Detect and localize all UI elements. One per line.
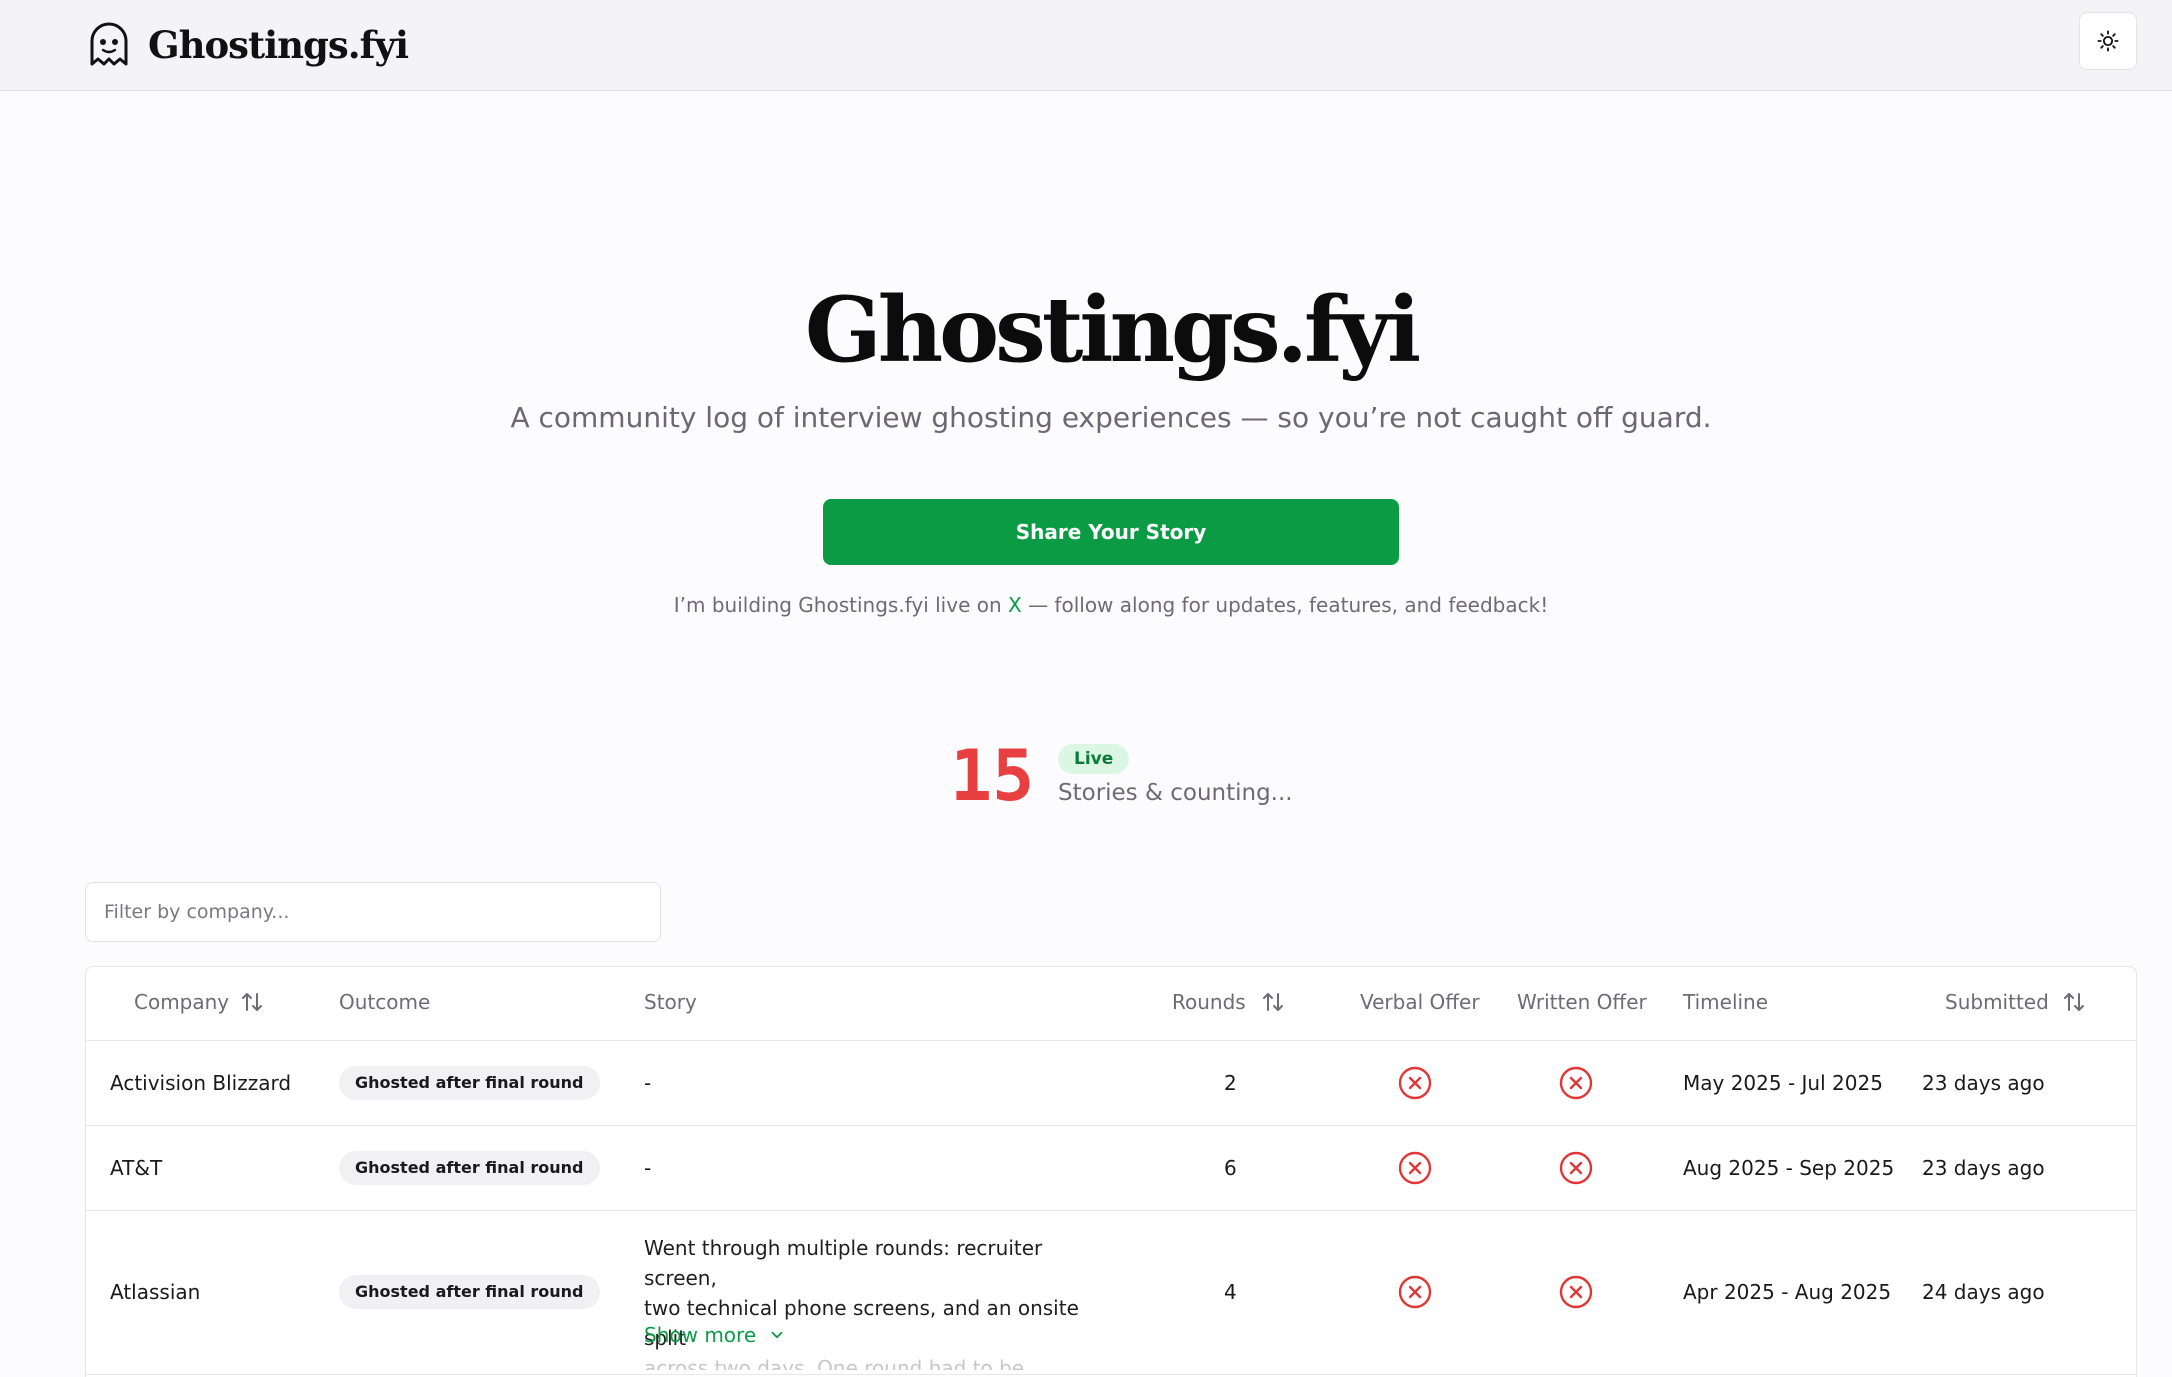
follow-suffix: — follow along for updates, features, an… — [1021, 593, 1549, 617]
col-submitted: Submitted — [1945, 990, 2049, 1014]
col-written-offer: Written Offer — [1517, 990, 1647, 1014]
header-divider — [86, 1040, 2136, 1041]
brand-name: Ghostings.fyi — [148, 23, 409, 67]
sort-rounds-icon[interactable] — [1261, 990, 1285, 1014]
row-timeline: May 2025 - Jul 2025 — [1683, 1071, 1883, 1095]
hero-title: Ghostings.fyi — [804, 277, 1421, 383]
ghost-icon — [90, 22, 128, 66]
col-story: Story — [644, 990, 697, 1014]
brand-link[interactable]: Ghostings.fyi — [88, 18, 409, 72]
x-circle-icon — [1398, 1151, 1432, 1185]
row-rounds: 6 — [1224, 1156, 1237, 1180]
outcome-badge: Ghosted after final round — [339, 1275, 600, 1309]
row-timeline: Aug 2025 - Sep 2025 — [1683, 1156, 1895, 1180]
sort-company-icon[interactable] — [240, 990, 264, 1014]
top-navbar: Ghostings.fyi — [0, 0, 2172, 91]
show-more-link[interactable]: Show more — [644, 1320, 786, 1350]
x-circle-icon — [1559, 1066, 1593, 1100]
x-circle-icon — [1559, 1151, 1593, 1185]
outcome-badge: Ghosted after final round — [339, 1151, 600, 1185]
row-rounds: 2 — [1224, 1071, 1237, 1095]
col-verbal-offer: Verbal Offer — [1360, 990, 1480, 1014]
col-company: Company — [134, 990, 230, 1014]
row-story: - — [644, 1071, 652, 1095]
col-outcome: Outcome — [339, 990, 431, 1014]
stories-table: Company Outcome Story Rounds Verbal Offe… — [85, 966, 2137, 1377]
row-rounds: 4 — [1224, 1280, 1237, 1304]
row-submitted: 23 days ago — [1922, 1156, 2045, 1180]
col-rounds: Rounds — [1172, 990, 1246, 1014]
row-timeline: Apr 2025 - Aug 2025 — [1683, 1280, 1892, 1304]
x-circle-icon — [1398, 1275, 1432, 1309]
live-badge: Live — [1058, 744, 1130, 774]
sort-submitted-icon[interactable] — [2062, 990, 2086, 1014]
share-story-button[interactable]: Share Your Story — [823, 499, 1399, 565]
row-company: Activision Blizzard — [110, 1071, 292, 1095]
story-line: Went through multiple rounds: recruiter … — [644, 1236, 1043, 1290]
story-count-label: Stories & counting... — [1058, 780, 1293, 806]
story-line-faded: across two days. One round had to be res… — [644, 1356, 1025, 1370]
row-divider — [86, 1210, 2136, 1211]
show-more-label: Show more — [644, 1323, 757, 1347]
row-divider — [86, 1125, 2136, 1126]
follow-prefix: I’m building Ghostings.fyi live on — [673, 593, 1009, 617]
company-filter-input[interactable] — [85, 882, 661, 942]
row-company: Atlassian — [110, 1280, 201, 1304]
row-story: - — [644, 1156, 652, 1180]
theme-toggle-button[interactable] — [2079, 12, 2137, 70]
x-circle-icon — [1559, 1275, 1593, 1309]
col-timeline: Timeline — [1683, 990, 1769, 1014]
follow-note: I’m building Ghostings.fyi live on X — f… — [0, 590, 2172, 620]
row-submitted: 24 days ago — [1922, 1280, 2045, 1304]
x-circle-icon — [1398, 1066, 1432, 1100]
row-company: AT&T — [110, 1156, 163, 1180]
row-submitted: 23 days ago — [1922, 1071, 2045, 1095]
chevron-down-icon — [771, 1331, 783, 1339]
hero-subtitle: A community log of interview ghosting ex… — [510, 401, 1712, 434]
outcome-badge: Ghosted after final round — [339, 1066, 600, 1100]
sun-icon — [2097, 30, 2119, 52]
row-divider — [86, 1374, 2136, 1375]
x-link[interactable]: X — [1008, 593, 1022, 617]
